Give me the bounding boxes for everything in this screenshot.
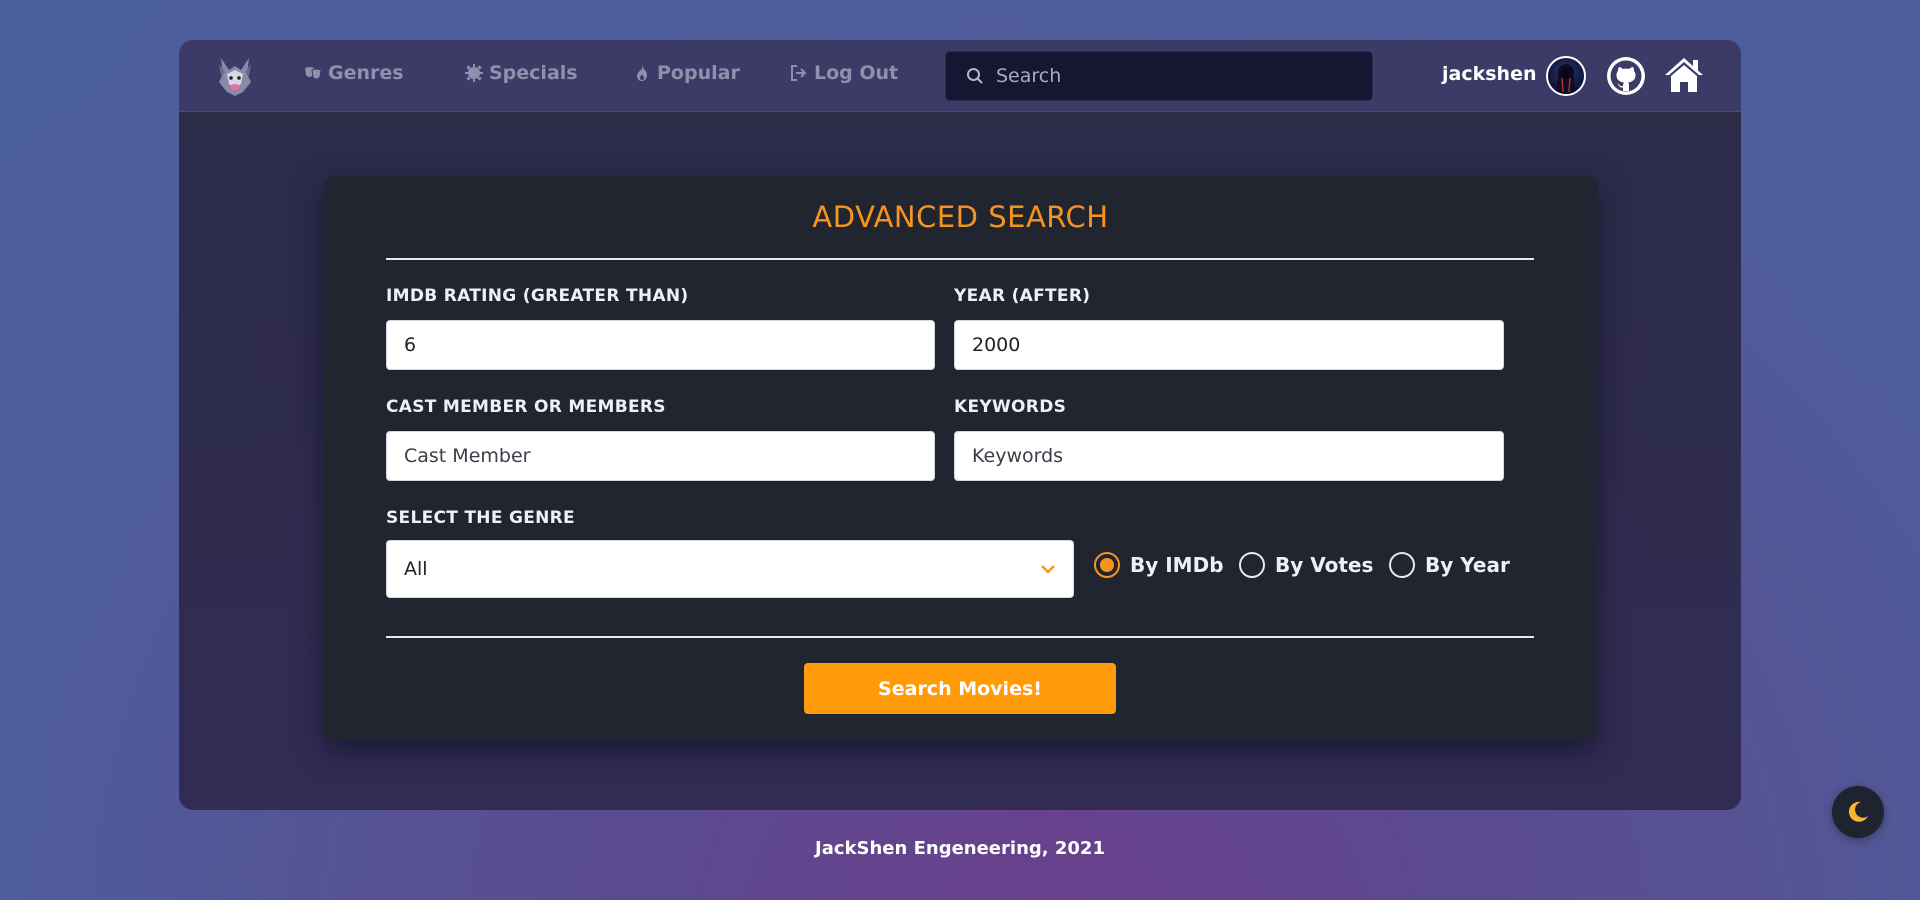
sort-by-year[interactable]: By Year	[1389, 552, 1510, 578]
cast-field[interactable]	[386, 431, 935, 481]
cast-label: CAST MEMBER OR MEMBERS	[386, 397, 666, 417]
nav-specials-label: Specials	[489, 62, 578, 84]
card-title: ADVANCED SEARCH	[812, 200, 1109, 234]
username[interactable]: jackshen	[1442, 63, 1536, 85]
masks-icon	[305, 67, 322, 80]
radio-by-year[interactable]	[1389, 552, 1415, 578]
nav-popular[interactable]: Popular	[633, 62, 740, 84]
radio-by-imdb[interactable]	[1094, 552, 1120, 578]
rating-field[interactable]	[386, 320, 935, 370]
nav-genres[interactable]: Genres	[304, 62, 404, 84]
year-label: YEAR (AFTER)	[954, 286, 1091, 306]
search-input[interactable]	[996, 65, 1336, 87]
nav-popular-label: Popular	[657, 62, 740, 84]
search-bar[interactable]	[945, 51, 1373, 101]
moon-icon	[1848, 801, 1868, 822]
nav-genres-label: Genres	[328, 62, 404, 84]
divider	[386, 636, 1534, 638]
nav-specials[interactable]: Specials	[465, 62, 578, 84]
theme-toggle-button[interactable]	[1832, 786, 1884, 838]
github-icon[interactable]	[1606, 56, 1646, 96]
search-icon	[967, 68, 983, 84]
home-icon[interactable]	[1663, 56, 1705, 94]
genre-select[interactable]: All	[386, 540, 1074, 598]
app-window: Genres Specials Popular Log Out Search j…	[179, 40, 1741, 810]
chevron-down-icon	[1041, 565, 1055, 574]
rating-input[interactable]	[404, 334, 917, 356]
sort-by-imdb[interactable]: By IMDb	[1094, 552, 1224, 578]
fox-logo-icon[interactable]	[215, 54, 255, 98]
keywords-label: KEYWORDS	[954, 397, 1067, 417]
radio-by-votes[interactable]	[1239, 552, 1265, 578]
rating-label: IMDB RATING (GREATER THAN)	[386, 286, 689, 306]
user-avatar[interactable]	[1546, 56, 1586, 96]
fire-icon	[637, 65, 647, 81]
divider	[386, 258, 1534, 260]
gear-icon	[465, 64, 483, 82]
radio-by-year-label: By Year	[1425, 553, 1510, 577]
cast-input[interactable]	[404, 445, 917, 467]
keywords-field[interactable]	[954, 431, 1504, 481]
radio-by-imdb-label: By IMDb	[1130, 553, 1224, 577]
logout-icon	[791, 65, 807, 81]
advanced-search-card: ADVANCED SEARCH IMDB RATING (GREATER THA…	[324, 176, 1597, 740]
nav-logout[interactable]: Log Out	[790, 62, 898, 84]
avatar-figure-icon	[1556, 64, 1576, 94]
sort-by-votes[interactable]: By Votes	[1239, 552, 1373, 578]
footer-text: JackShen Engeneering, 2021	[815, 838, 1105, 859]
navbar: Genres Specials Popular Log Out Search j…	[179, 40, 1741, 112]
genre-selected-value: All	[404, 558, 428, 580]
genre-label: SELECT THE GENRE	[386, 508, 575, 528]
search-movies-button[interactable]: Search Movies!	[804, 663, 1116, 714]
radio-by-votes-label: By Votes	[1275, 553, 1374, 577]
year-field[interactable]	[954, 320, 1504, 370]
keywords-input[interactable]	[972, 445, 1486, 467]
nav-logout-label: Log Out	[814, 62, 899, 84]
year-input[interactable]	[972, 334, 1486, 356]
